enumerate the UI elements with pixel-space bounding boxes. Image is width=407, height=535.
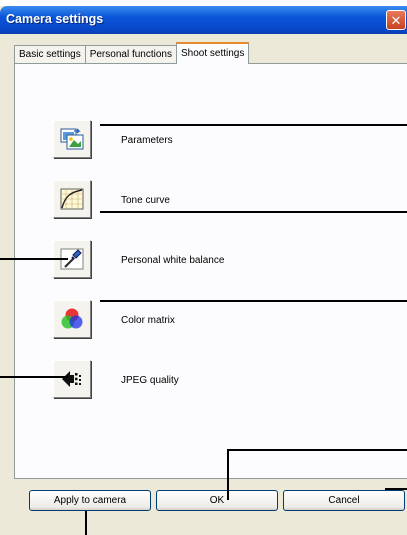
callout-line-white-balance — [0, 258, 68, 260]
callout-line-ok-horizontal — [227, 449, 407, 451]
tone-curve-label: Tone curve — [121, 195, 170, 206]
ok-button[interactable]: OK — [156, 490, 278, 511]
tab-personal-functions[interactable]: Personal functions — [84, 45, 177, 64]
parameters-icon — [60, 128, 84, 150]
color-matrix-icon — [61, 308, 83, 329]
color-matrix-label: Color matrix — [121, 315, 175, 326]
callout-line-apply — [85, 511, 87, 535]
tone-curve-button[interactable] — [53, 180, 91, 218]
white-balance-label: Personal white balance — [121, 255, 225, 266]
color-matrix-button[interactable] — [53, 300, 91, 338]
callout-line-tone-curve — [100, 211, 407, 213]
title-bar[interactable]: Camera settings ✕ — [0, 6, 407, 34]
cancel-button[interactable]: Cancel — [283, 490, 405, 511]
callout-line-parameters — [100, 124, 407, 126]
tab-shoot-settings[interactable]: Shoot settings — [175, 42, 250, 64]
callout-line-jpeg-quality — [0, 376, 68, 378]
tab-basic-settings[interactable]: Basic settings — [14, 45, 86, 64]
camera-settings-dialog: Camera settings ✕ Basic settings Persona… — [0, 6, 407, 535]
parameters-label: Parameters — [121, 135, 173, 146]
callout-line-cancel — [385, 488, 407, 490]
window-title: Camera settings — [6, 12, 104, 26]
jpeg-quality-icon — [62, 371, 81, 387]
close-icon: ✕ — [390, 13, 402, 28]
callout-line-ok-vertical — [227, 449, 229, 500]
close-button[interactable]: ✕ — [386, 10, 406, 30]
jpeg-quality-label: JPEG quality — [121, 375, 179, 386]
callout-line-color-matrix — [100, 300, 407, 302]
tone-curve-icon — [60, 188, 84, 210]
parameters-button[interactable] — [53, 120, 91, 158]
jpeg-quality-button[interactable] — [53, 360, 91, 398]
tab-strip: Basic settings Personal functions Shoot … — [14, 42, 250, 64]
apply-to-camera-button[interactable]: Apply to camera — [29, 490, 151, 511]
